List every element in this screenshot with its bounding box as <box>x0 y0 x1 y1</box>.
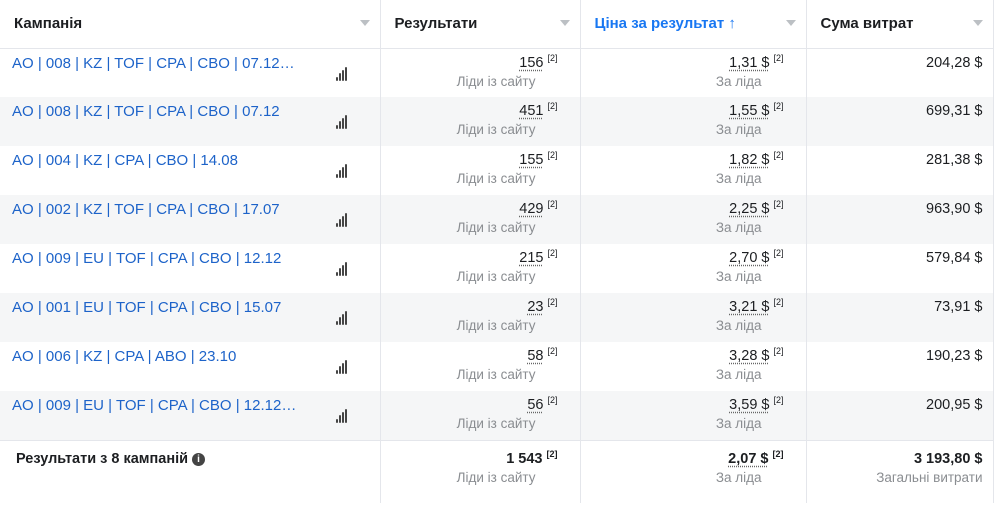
campaign-link[interactable]: AO | 008 | KZ | TOF | CPA | CBO | 07.12 <box>12 103 297 120</box>
total-results: 1 543 <box>506 450 543 467</box>
cost-value[interactable]: 3,21 $ <box>729 299 769 315</box>
cost-value[interactable]: 1,55 $ <box>729 103 769 119</box>
chart-icon[interactable] <box>336 262 347 276</box>
cost-value[interactable]: 3,28 $ <box>729 348 769 364</box>
campaign-link[interactable]: AO | 009 | EU | TOF | CPA | CBO | 12.12 … <box>12 397 297 414</box>
chart-icon[interactable] <box>336 360 347 374</box>
sort-dropdown-icon[interactable] <box>359 20 370 26</box>
results-value[interactable]: 23 <box>527 299 543 315</box>
spend-value: 73,91 $ <box>806 293 994 342</box>
results-value[interactable]: 156 <box>519 55 543 71</box>
sort-dropdown-icon[interactable] <box>972 20 983 26</box>
spend-value: 190,23 $ <box>806 342 994 391</box>
campaigns-table: Кампанія Результати Ціна за результат ↑ … <box>0 0 994 503</box>
totals-row: Результати з 8 кампаній i 1 543 [2] Ліди із… <box>0 439 994 503</box>
results-value[interactable]: 215 <box>519 250 543 266</box>
header-cost-per-result[interactable]: Ціна за результат ↑ <box>580 0 807 49</box>
sort-dropdown-icon[interactable] <box>785 20 796 26</box>
cost-value[interactable]: 1,31 $ <box>729 55 769 71</box>
cost-value[interactable]: 2,25 $ <box>729 201 769 217</box>
cost-value[interactable]: 2,70 $ <box>729 250 769 266</box>
table-row: AO | 004 | KZ | CPA | CBO | 14.08 155 [2]… <box>0 146 994 195</box>
results-value[interactable]: 155 <box>519 152 543 168</box>
sort-dropdown-icon[interactable] <box>559 20 570 26</box>
spend-value: 204,28 $ <box>806 48 994 97</box>
chart-icon[interactable] <box>336 409 347 423</box>
table-row: AO | 002 | KZ | TOF | CPA | CBO | 17.07 … <box>0 195 994 244</box>
chart-icon[interactable] <box>336 311 347 325</box>
spend-value: 699,31 $ <box>806 97 994 146</box>
spend-value: 963,90 $ <box>806 195 994 244</box>
campaign-link[interactable]: AO | 004 | KZ | CPA | CBO | 14.08 <box>12 152 297 169</box>
cost-value[interactable]: 1,82 $ <box>729 152 769 168</box>
header-amount-spent[interactable]: Сума витрат <box>806 0 994 49</box>
chart-icon[interactable] <box>336 164 347 178</box>
spend-value: 200,95 $ <box>806 391 994 440</box>
campaign-link[interactable]: AO | 001 | EU | TOF | CPA | CBO | 15.07 <box>12 299 297 316</box>
header-results[interactable]: Результати <box>380 0 581 49</box>
info-icon[interactable]: i <box>192 452 206 466</box>
chart-icon[interactable] <box>336 213 347 227</box>
campaign-link[interactable]: AO | 006 | KZ | CPA | ABO | 23.10 <box>12 348 297 365</box>
spend-value: 281,38 $ <box>806 146 994 195</box>
totals-title: Результати з 8 кампаній i <box>0 439 381 503</box>
header-campaign[interactable]: Кампанія <box>0 0 381 49</box>
table-row: AO | 009 | EU | TOF | CPA | CBO | 12.12 … <box>0 391 994 440</box>
campaign-link[interactable]: AO | 008 | KZ | TOF | CPA | CBO | 07.12 … <box>12 55 297 72</box>
results-value[interactable]: 58 <box>527 348 543 364</box>
total-spend: 3 193,80 $ <box>913 450 983 467</box>
campaign-link[interactable]: AO | 002 | KZ | TOF | CPA | CBO | 17.07 <box>12 201 297 218</box>
table-row: AO | 001 | EU | TOF | CPA | CBO | 15.07 … <box>0 293 994 342</box>
cost-value[interactable]: 3,59 $ <box>729 397 769 413</box>
spend-value: 579,84 $ <box>806 244 994 293</box>
table-row: AO | 006 | KZ | CPA | ABO | 23.10 58 [2] Л… <box>0 342 994 391</box>
table-row: AO | 009 | EU | TOF | CPA | CBO | 12.12 … <box>0 244 994 293</box>
results-value[interactable]: 451 <box>519 103 543 119</box>
results-value[interactable]: 429 <box>519 201 543 217</box>
table-row: AO | 008 | KZ | TOF | CPA | CBO | 07.12 … <box>0 48 994 97</box>
results-value[interactable]: 56 <box>527 397 543 413</box>
sort-ascending-icon: ↑ <box>728 15 736 33</box>
total-cost: 2,07 $ <box>728 450 769 467</box>
table-row: AO | 008 | KZ | TOF | CPA | CBO | 07.12 … <box>0 97 994 146</box>
chart-icon[interactable] <box>336 66 347 81</box>
campaign-link[interactable]: AO | 009 | EU | TOF | CPA | CBO | 12.12 <box>12 250 297 267</box>
chart-icon[interactable] <box>336 115 347 129</box>
